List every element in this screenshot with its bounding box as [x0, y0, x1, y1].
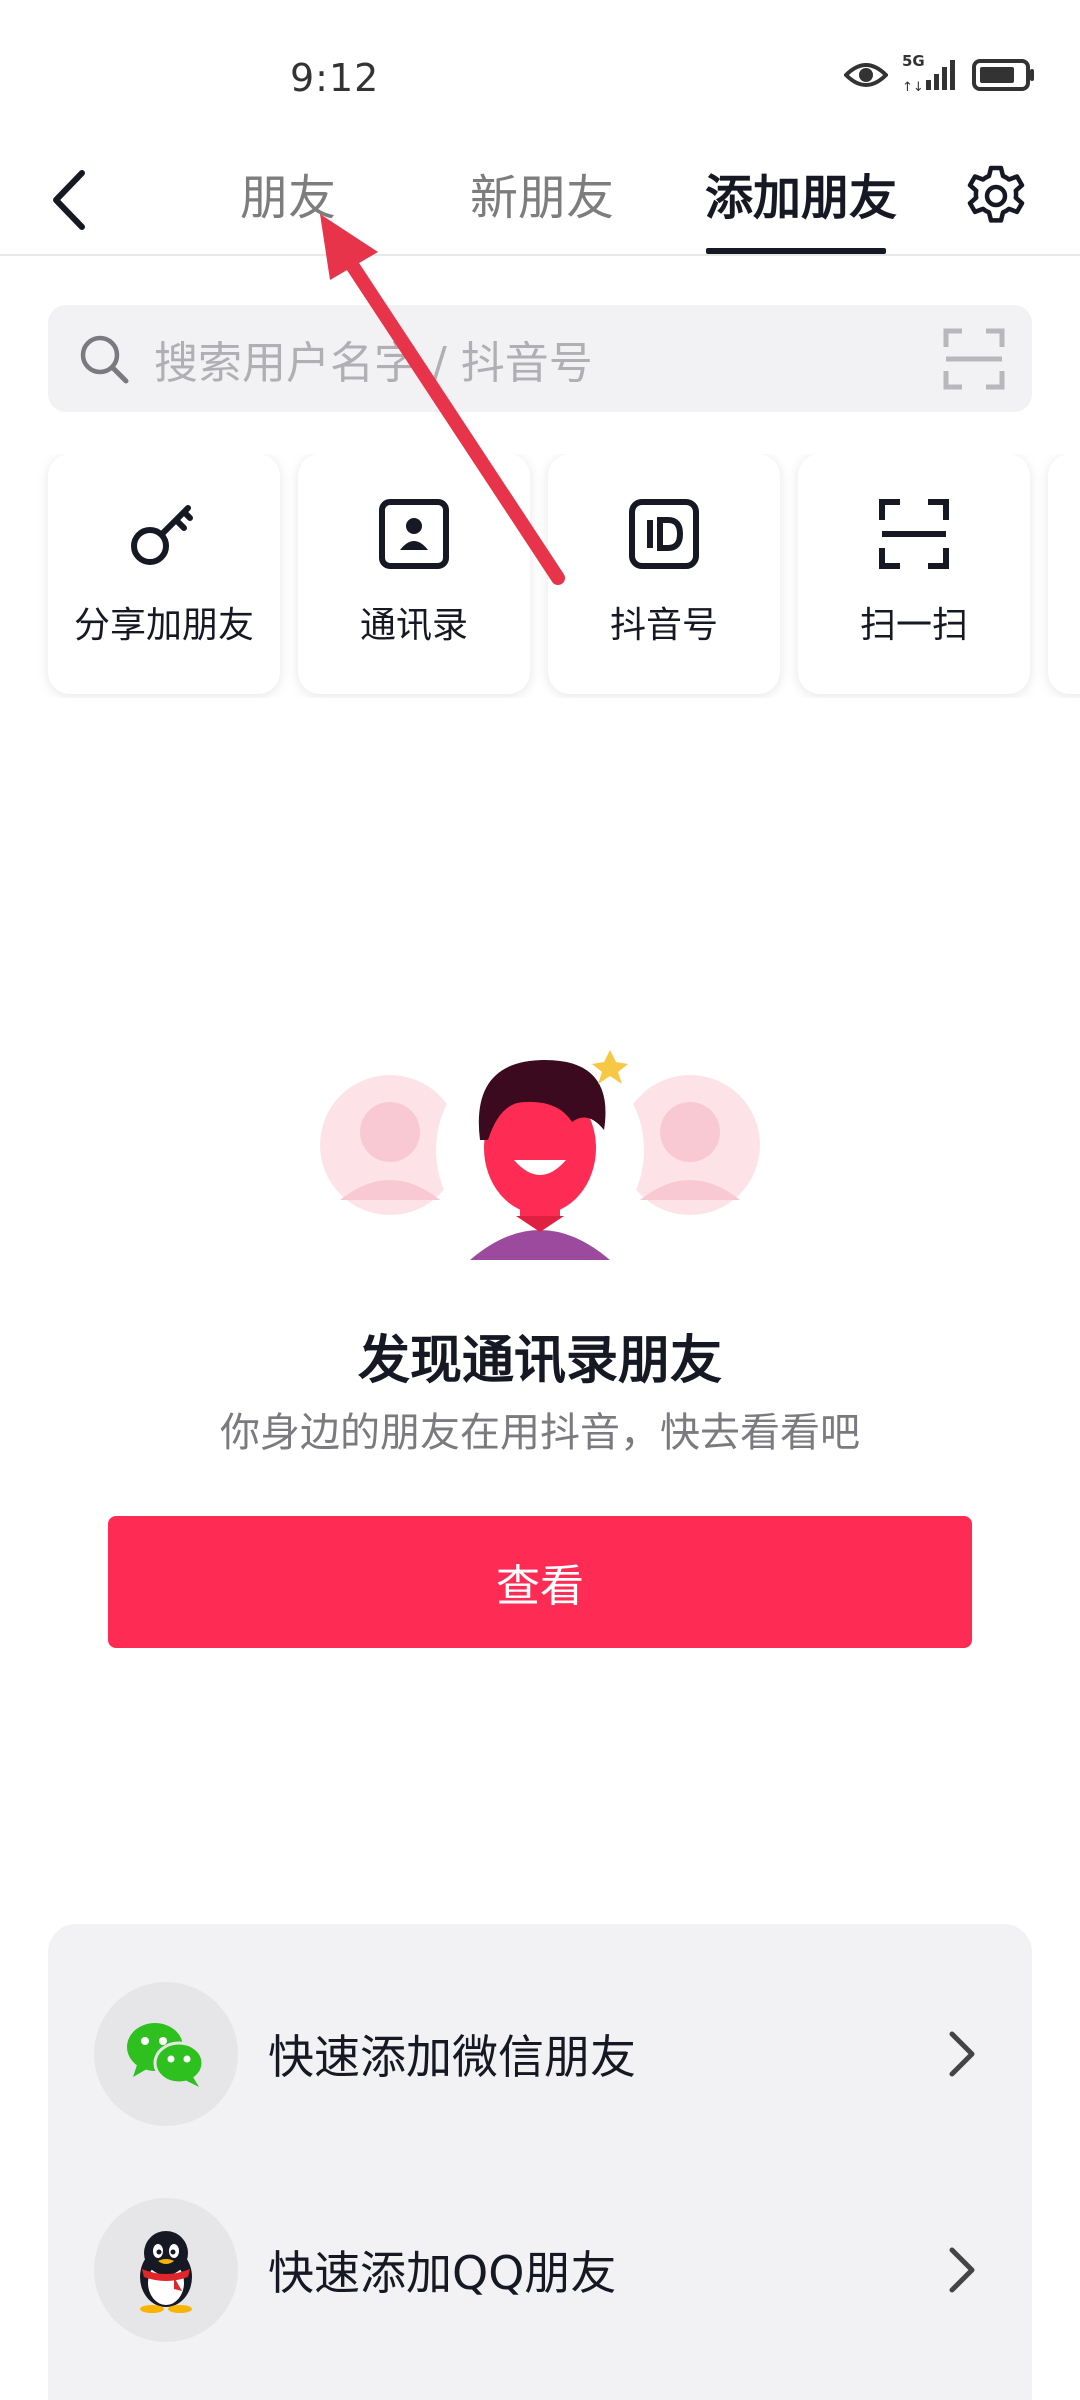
top-nav: 朋友 新朋友 添加朋友	[0, 150, 1080, 256]
search-icon	[80, 335, 129, 383]
tab-friends[interactable]: 朋友	[240, 158, 336, 238]
tab-new-friends[interactable]: 新朋友	[470, 158, 614, 238]
search-bar[interactable]: 搜索用户名字 / 抖音号	[48, 305, 1032, 412]
chevron-left-icon	[53, 170, 85, 230]
wechat-icon	[94, 1982, 238, 2126]
key-icon	[124, 494, 204, 574]
quick-action-label: 扫一扫	[859, 605, 968, 646]
eye-icon	[844, 60, 888, 90]
quick-action-label: 分享加朋友	[73, 605, 254, 646]
status-bar: 9:12 5G ↑↓	[0, 0, 1080, 150]
douyin-id-card[interactable]: 抖音号	[548, 454, 780, 694]
search-input[interactable]: 搜索用户名字 / 抖音号	[154, 327, 942, 391]
qq-icon	[94, 2198, 238, 2342]
signal-icon: 5G ↑↓	[902, 52, 958, 92]
discover-subtitle: 你身边的朋友在用抖音，快去看看吧	[220, 1410, 860, 1456]
quick-add-panel: 快速添加微信朋友 快速添加QQ朋友	[48, 1924, 1032, 2400]
quick-add-qq[interactable]: 快速添加QQ朋友	[48, 2190, 1032, 2350]
contacts-icon	[374, 494, 454, 574]
chevron-right-icon	[942, 2240, 982, 2300]
quick-add-wechat-label: 快速添加微信朋友	[268, 2030, 636, 2084]
gear-icon	[967, 165, 1025, 223]
more-card-partial[interactable]	[1048, 454, 1080, 694]
contacts-card[interactable]: 通讯录	[298, 454, 530, 694]
status-time: 9:12	[290, 56, 380, 100]
discover-title: 发现通讯录朋友	[357, 1331, 722, 1391]
contacts-illustration	[320, 1040, 760, 1260]
scan-card[interactable]: 扫一扫	[798, 454, 1030, 694]
quick-add-qq-label: 快速添加QQ朋友	[268, 2246, 617, 2300]
quick-actions: 分享加朋友 通讯录 抖音号 扫一扫	[0, 454, 1080, 698]
id-icon	[624, 494, 704, 574]
scan-icon	[874, 494, 954, 574]
tab-add-friends[interactable]: 添加朋友	[705, 158, 897, 238]
svg-text:↑↓: ↑↓	[902, 80, 924, 92]
scan-icon[interactable]	[942, 327, 1006, 391]
quick-action-label: 通讯录	[359, 605, 468, 646]
battery-icon	[972, 58, 1036, 92]
network-label: 5G	[902, 52, 925, 70]
share-add-friend-card[interactable]: 分享加朋友	[48, 454, 280, 694]
back-button[interactable]	[40, 160, 100, 240]
status-icons: 5G ↑↓	[844, 52, 1036, 92]
chevron-right-icon	[942, 2024, 982, 2084]
active-tab-indicator	[706, 248, 886, 254]
settings-button[interactable]	[960, 154, 1032, 238]
quick-action-label: 抖音号	[609, 605, 718, 646]
quick-add-wechat[interactable]: 快速添加微信朋友	[48, 1974, 1032, 2134]
view-button[interactable]: 查看	[108, 1516, 972, 1648]
